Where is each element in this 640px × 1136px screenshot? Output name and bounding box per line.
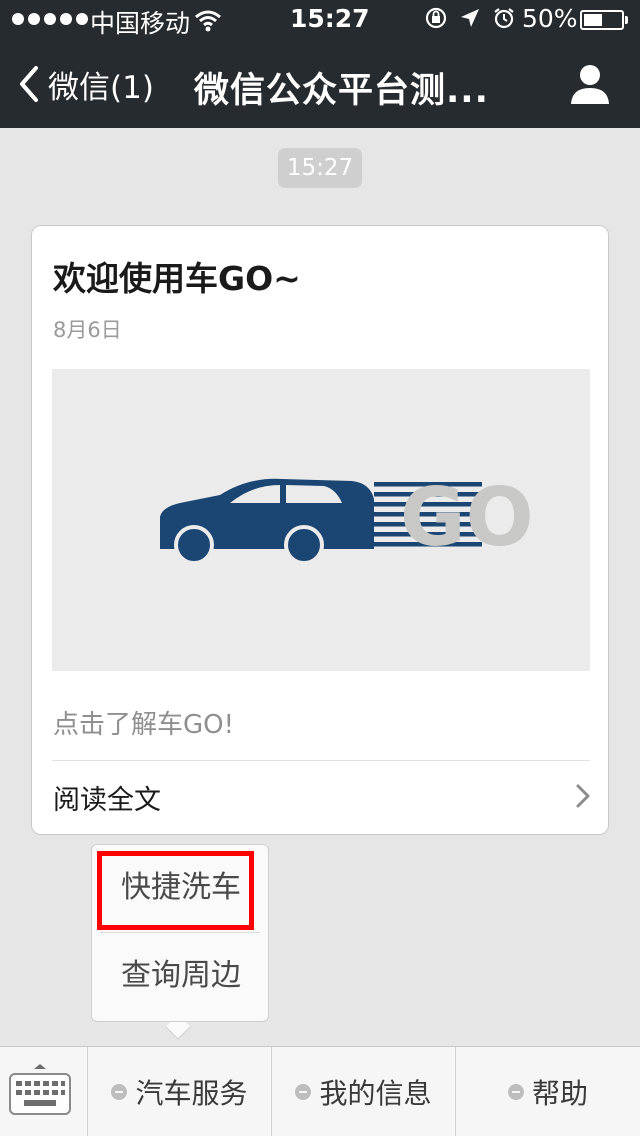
wifi-icon — [195, 10, 221, 32]
article-title: 欢迎使用车GO~ — [53, 259, 301, 298]
back-button[interactable]: 微信(1) — [16, 60, 154, 108]
status-time: 15:27 — [290, 4, 370, 33]
bottom-menu-bar: 汽车服务 我的信息 帮助 — [0, 1046, 640, 1136]
read-more-link[interactable]: 阅读全文 — [53, 778, 161, 817]
article-description: 点击了解车GO! — [53, 710, 235, 740]
car-go-logo: GO — [160, 471, 534, 565]
article-cover-image: GO — [52, 369, 590, 671]
location-arrow-icon — [461, 9, 479, 27]
back-label: 微信(1) — [48, 69, 154, 106]
signal-dots-icon — [12, 13, 88, 25]
keyboard-icon — [9, 1064, 71, 1115]
battery-icon — [580, 10, 628, 30]
menu-dot-icon — [507, 1084, 524, 1100]
article-card[interactable]: 欢迎使用车GO~ 8月6日 GO 点击了解车GO! 阅读全文 — [31, 225, 609, 835]
menu-dot-icon — [295, 1084, 312, 1100]
tab-label: 我的信息 — [319, 1077, 432, 1110]
top-bar: 中国移动 15:27 50% 微信(1) 微信公众平台测... — [0, 0, 640, 128]
chevron-right-icon — [576, 784, 590, 808]
keyboard-toggle-button[interactable] — [0, 1047, 88, 1136]
status-bar: 中国移动 15:27 50% — [0, 0, 640, 40]
article-date: 8月6日 — [53, 318, 122, 342]
page-title: 微信公众平台测... — [194, 71, 489, 111]
tab-label: 汽车服务 — [135, 1077, 248, 1110]
battery-percent: 50% — [522, 4, 578, 33]
carrier-label: 中国移动 — [90, 9, 191, 38]
menu-dot-icon — [111, 1084, 128, 1100]
tab-label: 帮助 — [531, 1077, 588, 1110]
submenu-popup: 快捷洗车 查询周边 — [91, 844, 269, 1022]
menu-tab-help[interactable]: 帮助 — [456, 1047, 640, 1136]
alarm-icon — [494, 8, 514, 29]
wechat-screen: 中国移动 15:27 50% 微信(1) 微信公众平台测... 15:27 欢迎… — [0, 0, 640, 1136]
nav-bar: 微信(1) 微信公众平台测... — [0, 40, 640, 128]
go-logo-text: GO — [400, 471, 534, 564]
menu-item-nearby[interactable]: 查询周边 — [92, 933, 270, 1019]
menu-item-quick-wash[interactable]: 快捷洗车 — [92, 845, 270, 931]
card-divider — [52, 760, 590, 761]
chevron-left-icon — [20, 66, 38, 102]
rotation-lock-icon — [425, 7, 447, 29]
message-timestamp: 15:27 — [278, 148, 362, 188]
menu-tab-my-info[interactable]: 我的信息 — [272, 1047, 456, 1136]
status-icons — [424, 6, 516, 30]
person-icon[interactable] — [566, 60, 614, 108]
menu-tab-car-service[interactable]: 汽车服务 — [88, 1047, 272, 1136]
